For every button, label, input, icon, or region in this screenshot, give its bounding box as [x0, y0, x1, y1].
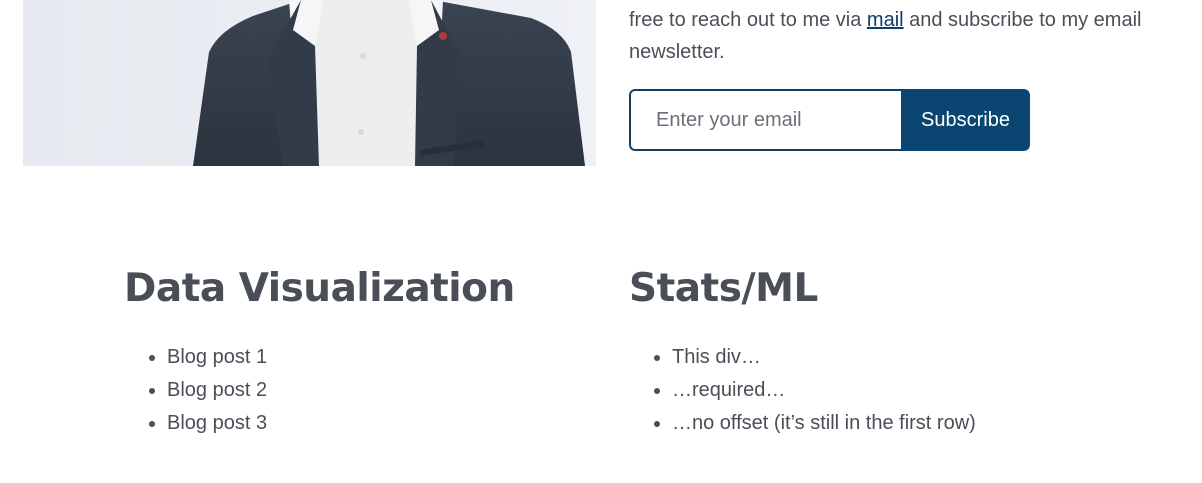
intro-text: free to reach out to me via mail and sub… — [629, 4, 1189, 68]
list-item: …no offset (it’s still in the first row) — [672, 407, 976, 440]
list-item: Blog post 2 — [167, 374, 515, 407]
data-visualization-section: Data Visualization Blog post 1 Blog post… — [124, 264, 515, 440]
email-input[interactable] — [629, 89, 901, 151]
section-heading: Stats/ML — [629, 266, 818, 311]
stats-ml-section: Stats/ML This div… …required… …no offset… — [629, 264, 976, 440]
section-heading: Data Visualization — [124, 266, 515, 311]
subscribe-button[interactable]: Subscribe — [901, 89, 1030, 151]
list-item: …required… — [672, 374, 976, 407]
profile-photo — [23, 0, 596, 166]
newsletter-form: Subscribe — [629, 89, 1030, 151]
list-item: Blog post 1 — [167, 341, 515, 374]
intro-text-start: free to reach out to me via — [629, 9, 867, 31]
post-list: Blog post 1 Blog post 2 Blog post 3 — [124, 341, 515, 440]
mail-link[interactable]: mail — [867, 9, 904, 31]
list-item: Blog post 3 — [167, 407, 515, 440]
post-list: This div… …required… …no offset (it’s st… — [629, 341, 976, 440]
list-item: This div… — [672, 341, 976, 374]
